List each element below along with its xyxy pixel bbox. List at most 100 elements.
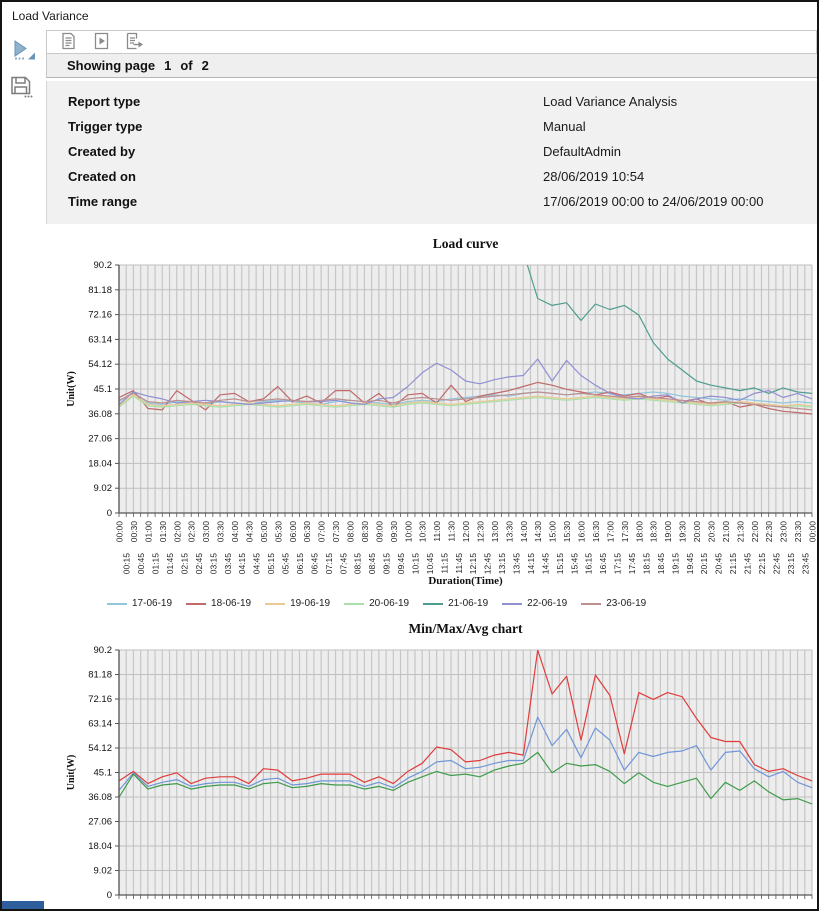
legend-line-swatch: [581, 603, 601, 605]
svg-text:17:30: 17:30: [620, 521, 630, 543]
svg-text:81.18: 81.18: [88, 670, 112, 681]
left-rail: [2, 30, 44, 909]
svg-text:17:00: 17:00: [605, 521, 615, 543]
run-button[interactable]: [89, 31, 113, 53]
svg-text:20:00: 20:00: [692, 521, 702, 543]
svg-text:04:30: 04:30: [244, 521, 254, 543]
svg-text:02:00: 02:00: [172, 521, 182, 543]
svg-text:Min/Max/Avg chart: Min/Max/Avg chart: [408, 621, 523, 636]
svg-text:16:30: 16:30: [591, 521, 601, 543]
svg-text:13:00: 13:00: [490, 521, 500, 543]
run-report-icon: [10, 50, 37, 65]
svg-text:81.18: 81.18: [88, 285, 112, 296]
legend-label: 20-06-19: [369, 598, 409, 609]
svg-text:06:00: 06:00: [288, 521, 298, 543]
svg-text:22:15: 22:15: [757, 553, 767, 575]
svg-text:10:15: 10:15: [410, 553, 420, 575]
svg-text:07:30: 07:30: [331, 521, 341, 543]
svg-text:08:30: 08:30: [360, 521, 370, 543]
svg-text:45.1: 45.1: [94, 384, 113, 395]
svg-text:72.16: 72.16: [88, 310, 112, 321]
legend-label: 23-06-19: [606, 598, 646, 609]
svg-text:12:30: 12:30: [475, 521, 485, 543]
legend-item: 21-06-19: [423, 598, 488, 609]
export-button[interactable]: [122, 31, 146, 53]
svg-text:10:30: 10:30: [418, 521, 428, 543]
svg-text:36.08: 36.08: [88, 409, 112, 420]
svg-text:01:30: 01:30: [158, 521, 168, 543]
svg-text:02:45: 02:45: [194, 553, 204, 575]
legend-item: 23-06-19: [581, 598, 646, 609]
legend-label: 21-06-19: [448, 598, 488, 609]
legend-line-swatch: [502, 603, 522, 605]
svg-text:54.12: 54.12: [88, 359, 112, 370]
svg-text:14:30: 14:30: [533, 521, 543, 543]
svg-text:05:45: 05:45: [281, 553, 291, 575]
chart-legend: 17-06-1918-06-1919-06-1920-06-1921-06-19…: [107, 598, 817, 609]
svg-text:14:15: 14:15: [526, 553, 536, 575]
svg-text:Duration(Time): Duration(Time): [428, 575, 503, 587]
svg-text:12:15: 12:15: [468, 553, 478, 575]
legend-label: 18-06-19: [211, 598, 251, 609]
legend-line-swatch: [186, 603, 206, 605]
svg-text:16:00: 16:00: [577, 521, 587, 543]
legend-item: 18-06-19: [186, 598, 251, 609]
legend-item: 19-06-19: [265, 598, 330, 609]
svg-text:20:15: 20:15: [699, 553, 709, 575]
svg-text:07:45: 07:45: [338, 553, 348, 575]
svg-text:17:45: 17:45: [627, 553, 637, 575]
svg-text:15:30: 15:30: [562, 521, 572, 543]
meta-label: Created on: [68, 169, 543, 184]
meta-row-created-by: Created by DefaultAdmin: [68, 139, 817, 164]
report-document-icon: [60, 32, 77, 53]
run-report-button[interactable]: [10, 38, 37, 65]
save-button[interactable]: [9, 75, 33, 101]
legend-line-swatch: [107, 603, 127, 605]
svg-text:19:15: 19:15: [670, 553, 680, 575]
svg-text:09:45: 09:45: [396, 553, 406, 575]
svg-text:12:00: 12:00: [461, 521, 471, 543]
legend-label: 22-06-19: [527, 598, 567, 609]
svg-text:04:00: 04:00: [230, 521, 240, 543]
svg-text:13:15: 13:15: [497, 553, 507, 575]
svg-text:09:15: 09:15: [382, 553, 392, 575]
svg-text:04:15: 04:15: [237, 553, 247, 575]
svg-text:Load curve: Load curve: [433, 236, 499, 251]
svg-text:14:00: 14:00: [519, 521, 529, 543]
svg-text:13:45: 13:45: [512, 553, 522, 575]
svg-text:90.2: 90.2: [94, 260, 113, 271]
svg-text:18:30: 18:30: [649, 521, 659, 543]
svg-text:06:45: 06:45: [309, 553, 319, 575]
report-metadata: Report type Load Variance Analysis Trigg…: [46, 81, 817, 224]
page-total: 2: [202, 58, 209, 73]
meta-value: 28/06/2019 10:54: [543, 169, 644, 184]
meta-value: Manual: [543, 119, 586, 134]
svg-text:18:45: 18:45: [656, 553, 666, 575]
legend-line-swatch: [344, 603, 364, 605]
meta-label: Report type: [68, 94, 543, 109]
svg-text:Unit(W): Unit(W): [66, 371, 77, 407]
bottom-accent-strip: [2, 901, 44, 909]
svg-text:Unit(W): Unit(W): [66, 755, 77, 791]
svg-text:20:45: 20:45: [714, 553, 724, 575]
svg-text:63.14: 63.14: [88, 334, 112, 345]
svg-text:23:15: 23:15: [786, 553, 796, 575]
svg-text:23:00: 23:00: [779, 521, 789, 543]
meta-row-trigger-type: Trigger type Manual: [68, 114, 817, 139]
svg-text:11:30: 11:30: [447, 521, 457, 542]
svg-text:20:30: 20:30: [706, 521, 716, 543]
svg-text:02:15: 02:15: [179, 553, 189, 575]
svg-text:14:45: 14:45: [540, 553, 550, 575]
svg-text:19:45: 19:45: [685, 553, 695, 575]
svg-text:00:45: 00:45: [136, 553, 146, 575]
svg-text:09:00: 09:00: [374, 521, 384, 543]
svg-text:16:45: 16:45: [598, 553, 608, 575]
svg-text:00:00: 00:00: [115, 521, 125, 543]
svg-text:15:00: 15:00: [548, 521, 558, 543]
svg-text:10:00: 10:00: [403, 521, 413, 543]
svg-text:16:15: 16:15: [584, 553, 594, 575]
svg-text:15:45: 15:45: [569, 553, 579, 575]
view-report-button[interactable]: [56, 31, 80, 53]
toolbar: [46, 30, 817, 54]
svg-text:03:30: 03:30: [216, 521, 226, 543]
